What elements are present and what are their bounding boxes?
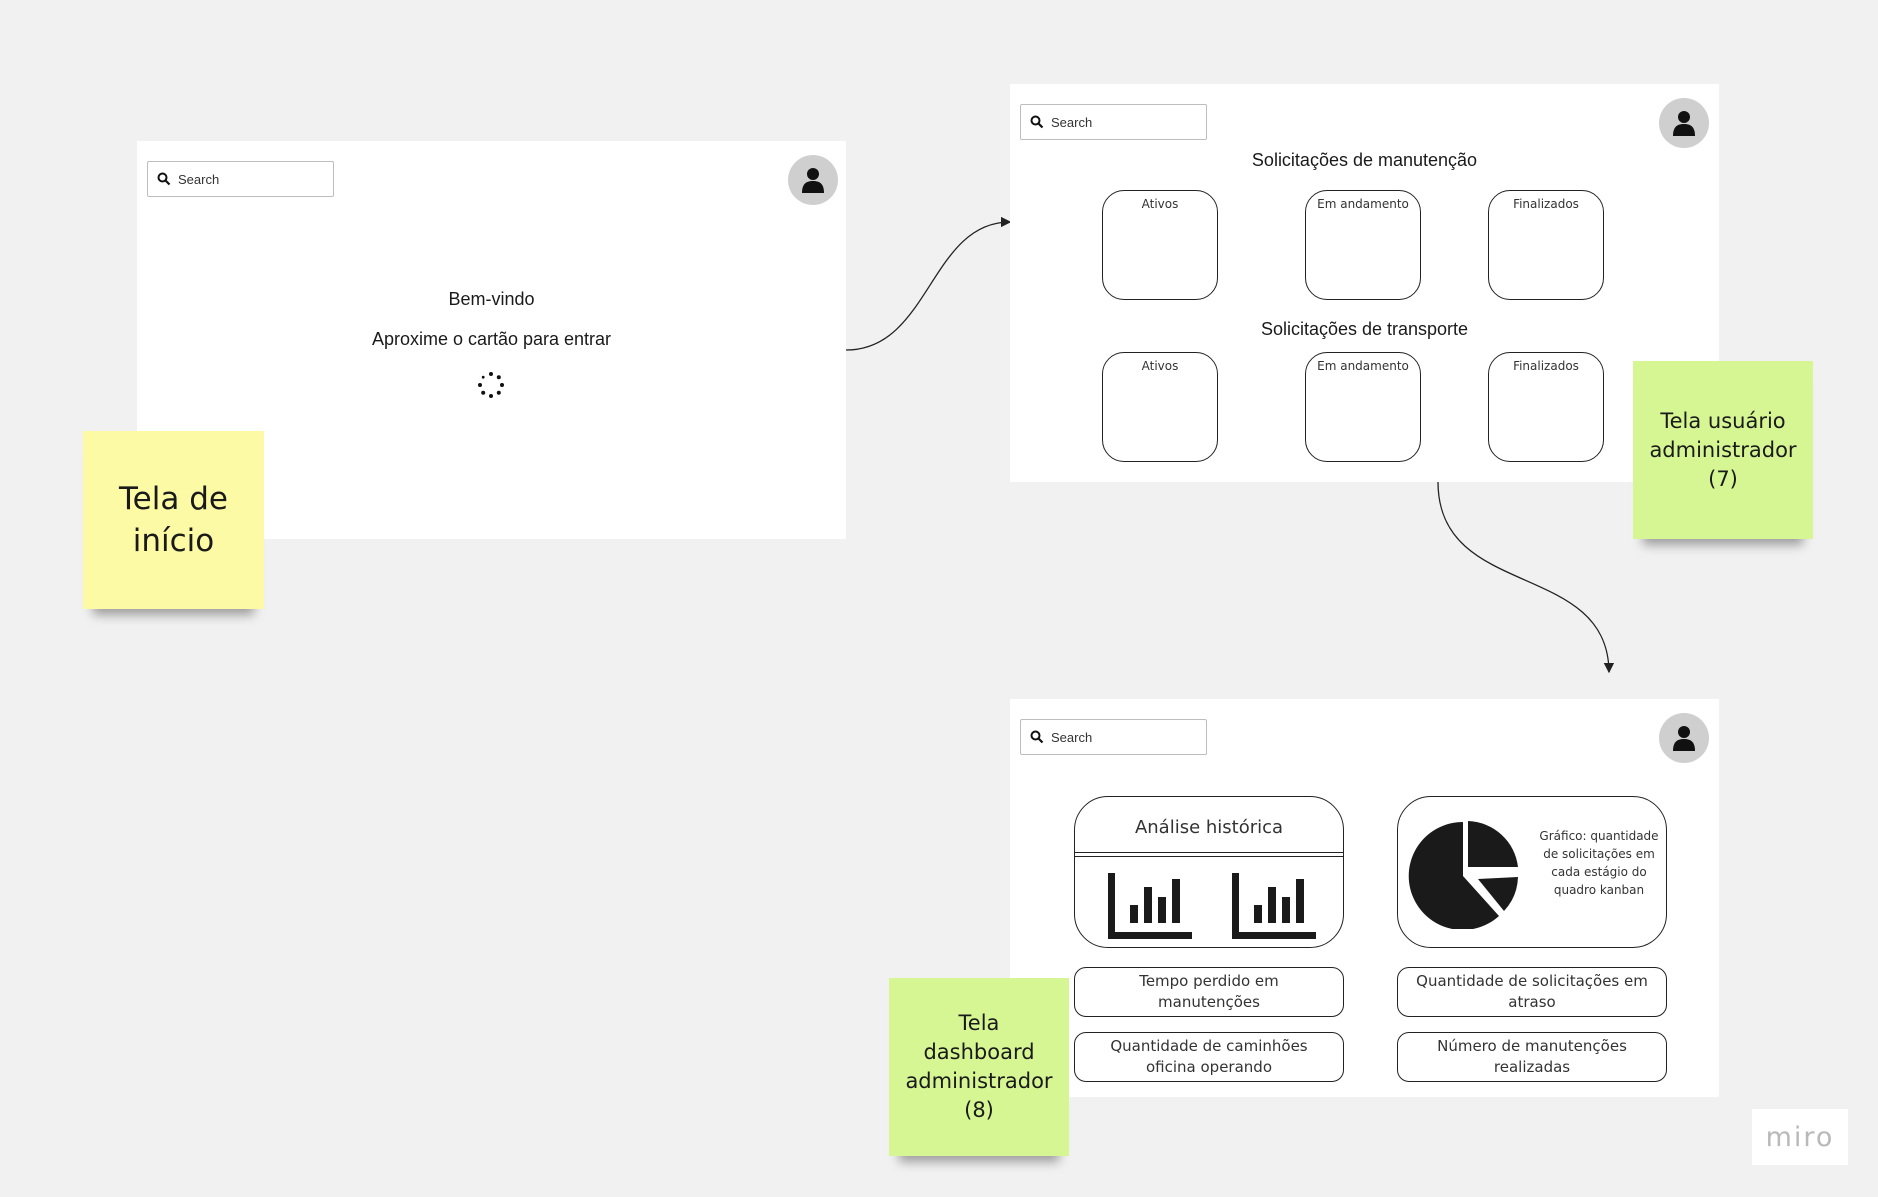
- avatar[interactable]: [788, 155, 838, 205]
- sticky-note-start[interactable]: Tela de início: [83, 431, 264, 609]
- maintenance-card-active[interactable]: Ativos: [1102, 190, 1218, 300]
- maintenance-card-finished[interactable]: Finalizados: [1488, 190, 1604, 300]
- miro-watermark: miro: [1752, 1109, 1848, 1165]
- search-placeholder: Search: [1051, 729, 1093, 745]
- pie-chart-caption: Gráfico: quantidade de solicitações em c…: [1539, 829, 1659, 897]
- search-icon: [1030, 730, 1044, 744]
- card-label: Finalizados: [1513, 197, 1579, 211]
- sticky-note-admin[interactable]: Tela usuário administrador (7): [1633, 361, 1813, 539]
- user-icon: [1673, 726, 1695, 751]
- bar-chart-icon: [1232, 873, 1316, 939]
- historical-analysis-title: Análise histórica: [1134, 817, 1284, 838]
- historical-analysis-card[interactable]: Análise histórica: [1074, 796, 1344, 948]
- dashboard-screen-frame[interactable]: Search Análise histórica Gráfico: quanti…: [1010, 699, 1719, 1097]
- title-divider: [1075, 852, 1343, 857]
- search-input[interactable]: Search: [147, 161, 334, 197]
- maintenance-section-title: Solicitações de manutenção: [1251, 150, 1478, 170]
- welcome-subtitle: Aproxime o cartão para entrar: [371, 329, 612, 349]
- loading-spinner-icon: [478, 372, 504, 398]
- search-input[interactable]: Search: [1020, 719, 1207, 755]
- sticky-note-text: Tela de início: [119, 481, 228, 559]
- metric-lost-time[interactable]: Tempo perdido em manutenções: [1074, 967, 1344, 1017]
- transport-card-in-progress[interactable]: Em andamento: [1305, 352, 1421, 462]
- card-label: Ativos: [1141, 359, 1179, 373]
- sticky-note-dashboard[interactable]: Tela dashboard administrador (8): [889, 978, 1069, 1156]
- card-label: Finalizados: [1513, 359, 1579, 373]
- pie-chart-icon: [1408, 821, 1518, 929]
- search-placeholder: Search: [1051, 114, 1093, 130]
- kanban-stage-chart-card[interactable]: Gráfico: quantidade de solicitações em c…: [1397, 796, 1667, 948]
- welcome-title: Bem-vindo: [448, 289, 535, 309]
- metric-late-requests[interactable]: Quantidade de solicitações em atraso: [1397, 967, 1667, 1017]
- avatar[interactable]: [1659, 713, 1709, 763]
- card-label: Em andamento: [1317, 359, 1409, 373]
- transport-card-active[interactable]: Ativos: [1102, 352, 1218, 462]
- admin-screen-frame[interactable]: Search Solicitações de manutenção Ativos…: [1010, 84, 1719, 482]
- metric-maintenance-count[interactable]: Número de manutenções realizadas: [1397, 1032, 1667, 1082]
- transport-section-title: Solicitações de transporte: [1260, 319, 1469, 339]
- maintenance-card-in-progress[interactable]: Em andamento: [1305, 190, 1421, 300]
- search-icon: [157, 172, 171, 186]
- arrow-start-to-admin[interactable]: [845, 216, 1012, 351]
- transport-card-finished[interactable]: Finalizados: [1488, 352, 1604, 462]
- search-input[interactable]: Search: [1020, 104, 1207, 140]
- arrow-admin-to-dashboard[interactable]: [1437, 481, 1615, 674]
- user-icon: [1673, 111, 1695, 136]
- user-icon: [802, 168, 824, 193]
- sticky-note-text: Tela dashboard administrador (8): [905, 1011, 1053, 1122]
- card-label: Em andamento: [1317, 197, 1409, 211]
- search-placeholder: Search: [178, 171, 220, 187]
- bar-chart-icon: [1108, 873, 1192, 939]
- avatar[interactable]: [1659, 98, 1709, 148]
- sticky-note-text: Tela usuário administrador (7): [1649, 408, 1797, 491]
- search-icon: [1030, 115, 1044, 129]
- card-label: Ativos: [1141, 197, 1179, 211]
- metric-workshop-trucks[interactable]: Quantidade de caminhões oficina operando: [1074, 1032, 1344, 1082]
